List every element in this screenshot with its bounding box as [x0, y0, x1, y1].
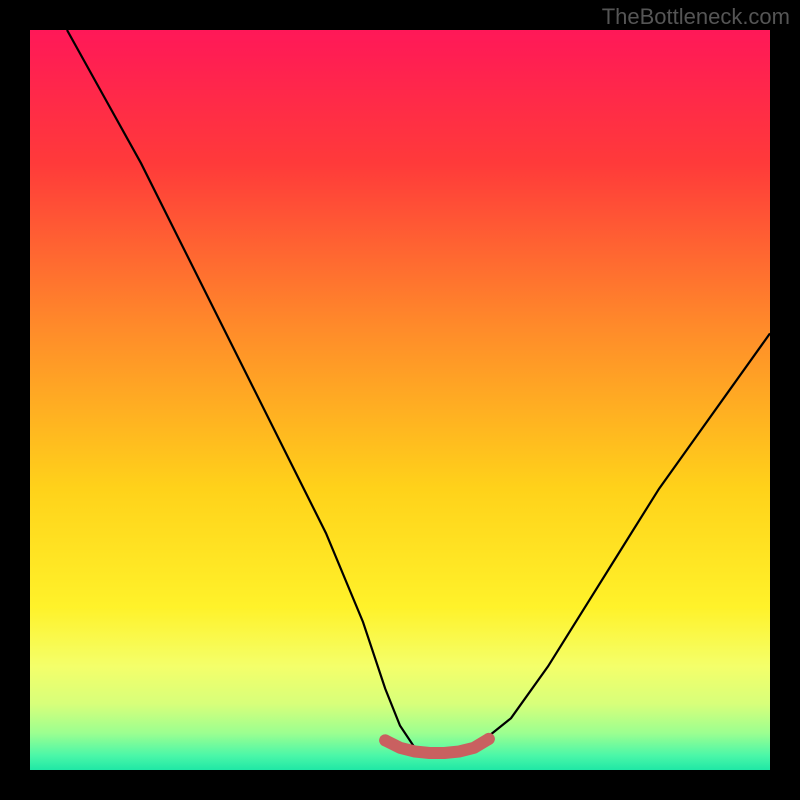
plot-area	[30, 30, 770, 770]
bottom-highlight	[385, 739, 489, 753]
curve-layer	[30, 30, 770, 770]
highlight-end-dot	[483, 733, 495, 745]
bottleneck-curve	[67, 30, 770, 755]
highlight-start-dot	[379, 734, 391, 746]
watermark-label: TheBottleneck.com	[602, 4, 790, 30]
chart-panel: TheBottleneck.com	[0, 0, 800, 800]
